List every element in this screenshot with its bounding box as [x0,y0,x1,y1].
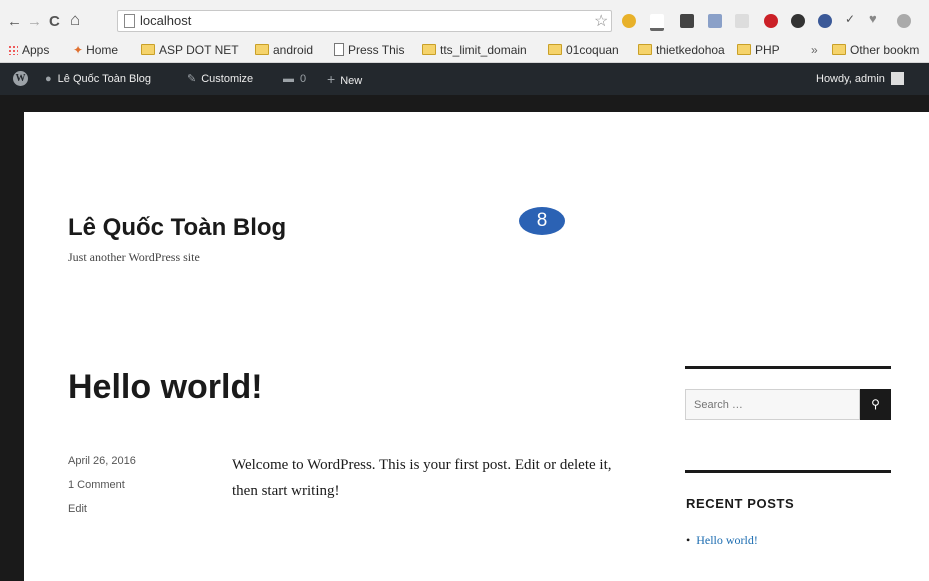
page-frame-top [0,95,929,112]
bookmark-folder[interactable]: PHP [737,42,780,58]
search-button[interactable]: ⚲ [860,389,891,420]
widget-divider [685,470,891,473]
admin-bar-site-name[interactable]: ● Lê Quốc Toàn Blog [45,72,151,86]
admin-bar-account[interactable]: Howdy, admin [816,72,904,86]
bookmark-page[interactable]: Press This [334,42,404,58]
folder-icon [638,44,652,55]
widget-divider [685,366,891,369]
checkmark-icon[interactable]: ✓ [845,12,859,26]
page-icon [124,14,135,28]
forward-button[interactable]: → [27,13,42,31]
bookmarks-bar: Apps ✦ Home ASP DOT NET android Press Thi… [0,38,929,63]
other-bookmarks[interactable]: Other bookm [832,42,919,58]
search-icon: ⚲ [871,397,880,411]
folder-icon [832,44,846,55]
extension-sun-icon[interactable] [622,14,636,28]
site-description: Just another WordPress site [68,250,200,264]
folder-icon [548,44,562,55]
address-bar[interactable]: localhost [117,10,612,32]
apps-grid-icon [8,45,18,55]
post-comments-link[interactable]: 1 Comment [68,479,125,491]
admin-bar-customize[interactable]: ✎ Customize [187,72,253,86]
post-title[interactable]: Hello world! [68,368,263,407]
gear-icon[interactable] [791,14,805,28]
search-input[interactable] [685,389,860,420]
facebook-icon[interactable] [818,14,832,28]
bookmark-folder[interactable]: 01coquan [548,42,619,58]
post-date[interactable]: April 26, 2016 [68,455,136,467]
reload-button[interactable]: C [49,13,60,31]
bookmarks-overflow-button[interactable]: » [811,42,818,58]
page-frame-left [0,95,24,581]
dashboard-icon: ● [45,73,52,85]
post-edit-link[interactable]: Edit [68,503,87,515]
folder-icon [737,44,751,55]
code-extension-icon[interactable] [708,14,722,28]
brush-icon: ✎ [187,73,197,85]
wordpress-logo-icon[interactable]: W [13,71,28,86]
download-icon[interactable] [650,14,664,31]
folder-icon [255,44,269,55]
wp-admin-bar: W ● Lê Quốc Toàn Blog ✎ Customize ▬ 0 + New … [0,63,929,95]
heart-icon[interactable]: ♥ [869,11,883,26]
bookmark-apps[interactable]: Apps [8,42,49,58]
recent-posts-heading: RECENT POSTS [686,496,795,511]
bookmark-home[interactable]: ✦ Home [73,42,118,58]
plus-icon: + [327,71,336,87]
folder-icon [141,44,155,55]
bullet: • [686,533,691,547]
gmail-extension-icon[interactable] [680,14,694,28]
url-text: localhost [140,13,192,28]
extension-icon[interactable] [735,14,749,28]
pinterest-icon[interactable] [764,14,778,28]
admin-bar-comments[interactable]: ▬ 0 [283,72,306,86]
post-content: Welcome to WordPress. This is your first… [232,457,612,499]
home-bookmark-icon: ✦ [73,43,84,57]
recent-post-link[interactable]: • Hello world! [686,533,758,548]
folder-icon [422,44,436,55]
avatar [890,72,904,85]
bookmark-folder[interactable]: ASP DOT NET [141,42,239,58]
site-title[interactable]: Lê Quốc Toàn Blog [68,214,286,242]
page-icon [334,43,344,56]
back-button[interactable]: ← [7,13,22,31]
bookmark-folder[interactable]: thietkedohoa [638,42,725,58]
extension-icon[interactable] [897,14,911,28]
bookmark-folder[interactable]: android [255,42,313,58]
bookmark-star-icon[interactable]: ☆ [594,11,608,31]
home-button[interactable]: ⌂ [70,11,80,29]
browser-tabstrip [0,0,929,8]
admin-bar-new[interactable]: + New [327,72,362,88]
step-number-badge: 8 [519,207,565,235]
comment-bubble-icon: ▬ [283,73,294,85]
bookmark-folder[interactable]: tts_limit_domain [422,42,527,58]
